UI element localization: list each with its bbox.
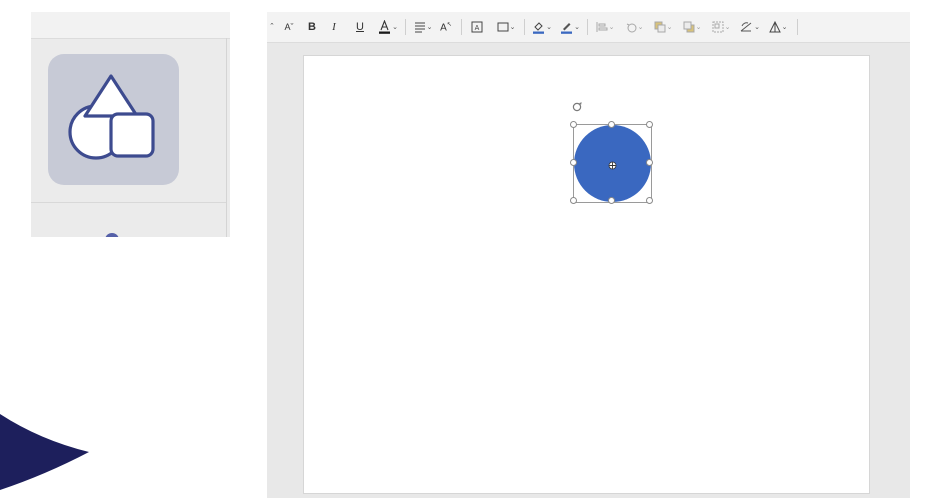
arrange-button[interactable]: ⌄ <box>767 19 789 35</box>
align-objects-icon <box>596 22 608 32</box>
underline-button[interactable]: U <box>354 19 366 35</box>
resize-handle-left[interactable] <box>570 159 577 166</box>
inset-divider <box>31 202 226 203</box>
send-backward-icon <box>683 21 695 33</box>
toolbar-overflow-mark: ˆ <box>270 22 274 32</box>
svg-text:A: A <box>475 25 480 32</box>
align-button[interactable]: ⌄ <box>412 19 434 35</box>
italic-button[interactable]: I <box>329 19 339 35</box>
inset-divider <box>226 38 227 237</box>
pen-icon <box>561 23 573 34</box>
resize-handle-bottom[interactable] <box>608 197 615 204</box>
shapes-button[interactable] <box>48 54 179 185</box>
triangle-arrange-icon <box>768 21 781 33</box>
font-color-button[interactable]: ⌄ <box>377 19 399 35</box>
shape-button[interactable]: ⌄ <box>495 19 517 35</box>
decrease-font-size-button[interactable]: Aˇ <box>283 19 295 35</box>
resize-handle-top[interactable] <box>608 121 615 128</box>
move-cursor-icon <box>608 161 617 170</box>
slide-canvas[interactable] <box>303 55 870 494</box>
inset-toolbar-band <box>31 12 230 39</box>
group-icon <box>712 21 724 33</box>
zoomed-shapes-inset <box>31 12 230 237</box>
shape-fill-button[interactable]: ⌄ <box>531 19 553 35</box>
font-color-icon <box>379 20 391 34</box>
resize-handle-top-right[interactable] <box>646 121 653 128</box>
rotate-button[interactable]: ⌄ <box>739 19 761 35</box>
effects-icon <box>626 23 637 33</box>
resize-handle-bottom-right[interactable] <box>646 197 653 204</box>
text-box-icon: A <box>471 21 483 33</box>
rotate-icon <box>740 22 752 32</box>
rectangle-icon <box>497 22 509 32</box>
text-box-button[interactable]: A <box>470 19 484 35</box>
decorative-swoosh <box>0 414 89 490</box>
text-direction-button[interactable]: A↖ <box>439 19 453 35</box>
send-backward-button[interactable]: ⌄ <box>681 19 703 35</box>
shapes-icon <box>68 74 155 160</box>
group-button[interactable]: ⌄ <box>710 19 732 35</box>
next-icon-peek <box>105 233 119 237</box>
resize-handle-bottom-left[interactable] <box>570 197 577 204</box>
effects-button[interactable]: ⌄ <box>623 19 645 35</box>
paint-bucket-icon <box>533 22 545 34</box>
bring-forward-button[interactable]: ⌄ <box>652 19 674 35</box>
resize-handle-right[interactable] <box>646 159 653 166</box>
bold-button[interactable]: B <box>306 19 318 35</box>
resize-handle-top-left[interactable] <box>570 121 577 128</box>
align-objects-button[interactable]: ⌄ <box>594 19 616 35</box>
formatting-toolbar: ˆ Aˇ B I U ⌄ ⌄ A↖ A ⌄ ⌄ ⌄ ⌄ ⌄ ⌄ ⌄ ⌄ ⌄ ⌄ <box>267 12 910 43</box>
align-text-icon <box>414 22 425 33</box>
rotation-handle-icon[interactable] <box>571 101 583 113</box>
app-window: ˆ Aˇ B I U ⌄ ⌄ A↖ A ⌄ ⌄ ⌄ ⌄ ⌄ ⌄ ⌄ ⌄ ⌄ ⌄ <box>267 12 910 498</box>
bring-forward-icon <box>654 21 666 33</box>
shape-outline-button[interactable]: ⌄ <box>559 19 581 35</box>
